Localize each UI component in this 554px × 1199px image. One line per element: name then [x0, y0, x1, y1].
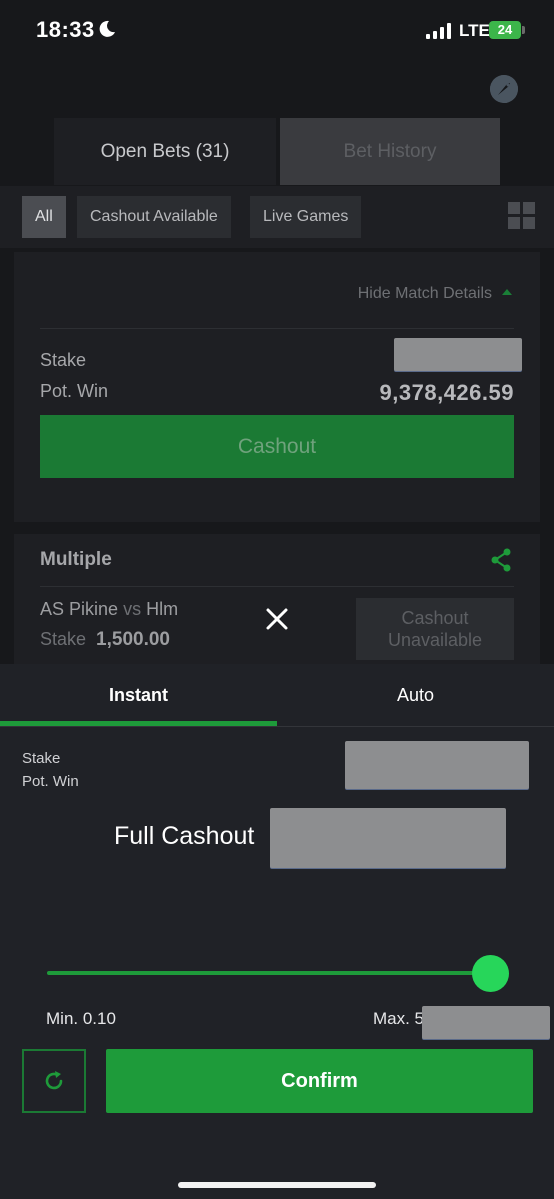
tab-auto[interactable]: Auto: [277, 664, 554, 726]
battery-tip: [522, 26, 525, 34]
bet-card: Hide Match Details Stake Pot. Win 9,378,…: [14, 252, 540, 522]
battery-level: 24: [489, 21, 521, 39]
confirm-button[interactable]: Confirm: [106, 1049, 533, 1113]
cashout-unavailable-button: Cashout Unavailable: [356, 598, 514, 660]
stake-row: Stake 1,500.00: [40, 629, 170, 651]
redacted-cashout-amount: [270, 808, 506, 868]
filter-all-chip[interactable]: All: [22, 196, 66, 238]
grid-view-icon[interactable]: [508, 202, 536, 230]
bet-type-title: Multiple: [40, 549, 112, 570]
tab-open-bets[interactable]: Open Bets (31): [54, 118, 276, 185]
filter-cashout-available-chip[interactable]: Cashout Available: [77, 196, 231, 238]
caret-up-icon: [502, 289, 512, 295]
divider: [40, 586, 514, 587]
signal-icon: [426, 23, 451, 39]
sheet-pot-win-label: Pot. Win: [22, 773, 79, 790]
slider-max-label: Max. 5: [373, 1009, 425, 1028]
tab-bet-history[interactable]: Bet History: [280, 118, 500, 185]
redacted-stake-value: [394, 338, 522, 371]
share-icon[interactable]: [490, 548, 512, 572]
open-bets-page: Open Bets (31) Bet History All Cashout A…: [0, 60, 554, 664]
cashout-unavailable-line2: Unavailable: [387, 630, 483, 650]
stake-label: Stake: [40, 629, 87, 649]
divider: [40, 328, 514, 329]
bet-card-multiple: Multiple AS Pikine vs Hlm Stake 1,500.00 …: [14, 534, 540, 664]
redacted-sheet-values: [345, 741, 529, 789]
home-team: AS Pikine: [40, 599, 119, 619]
filter-live-games-chip[interactable]: Live Games: [250, 196, 362, 238]
refresh-icon: [45, 1071, 63, 1090]
slider-min-label: Min. 0.10: [46, 1009, 116, 1028]
status-bar: 18:33 LTE 24: [0, 0, 554, 60]
cashout-slider-track[interactable]: [47, 971, 490, 975]
tab-divider: [0, 726, 554, 727]
tab-instant[interactable]: Instant: [0, 664, 277, 726]
network-type: LTE: [459, 21, 490, 40]
stake-value: 1,500.00: [96, 629, 170, 650]
hide-match-details-link[interactable]: Hide Match Details: [358, 285, 512, 303]
sheet-stake-label: Stake: [22, 750, 61, 767]
filter-bar: All Cashout Available Live Games: [0, 186, 554, 248]
cashout-button[interactable]: Cashout: [40, 415, 514, 478]
match-name: AS Pikine vs Hlm: [40, 599, 178, 620]
refresh-button[interactable]: [22, 1049, 86, 1113]
vs-label: vs: [123, 599, 142, 619]
pot-win-label: Pot. Win: [40, 381, 109, 401]
moon-icon: [99, 20, 115, 37]
status-time: 18:33: [36, 17, 95, 42]
pot-win-value: 9,378,426.59: [379, 380, 514, 405]
away-team: Hlm: [146, 599, 179, 619]
redacted-max-value: [422, 1006, 550, 1039]
stake-label: Stake: [40, 350, 87, 370]
home-indicator: [178, 1182, 376, 1188]
cashout-slider-thumb[interactable]: [472, 955, 509, 992]
cashout-unavailable-line1: Cashout: [401, 608, 469, 628]
close-icon[interactable]: [263, 605, 291, 633]
screen: 18:33 LTE 24 Open Bets (31) Bet History …: [0, 0, 554, 1199]
rocket-icon[interactable]: [490, 75, 518, 103]
cashout-sheet: Instant Auto Stake Pot. Win Full Cashout…: [0, 664, 554, 1199]
full-cashout-label: Full Cashout: [114, 822, 255, 850]
hide-match-details-label: Hide Match Details: [357, 285, 492, 302]
